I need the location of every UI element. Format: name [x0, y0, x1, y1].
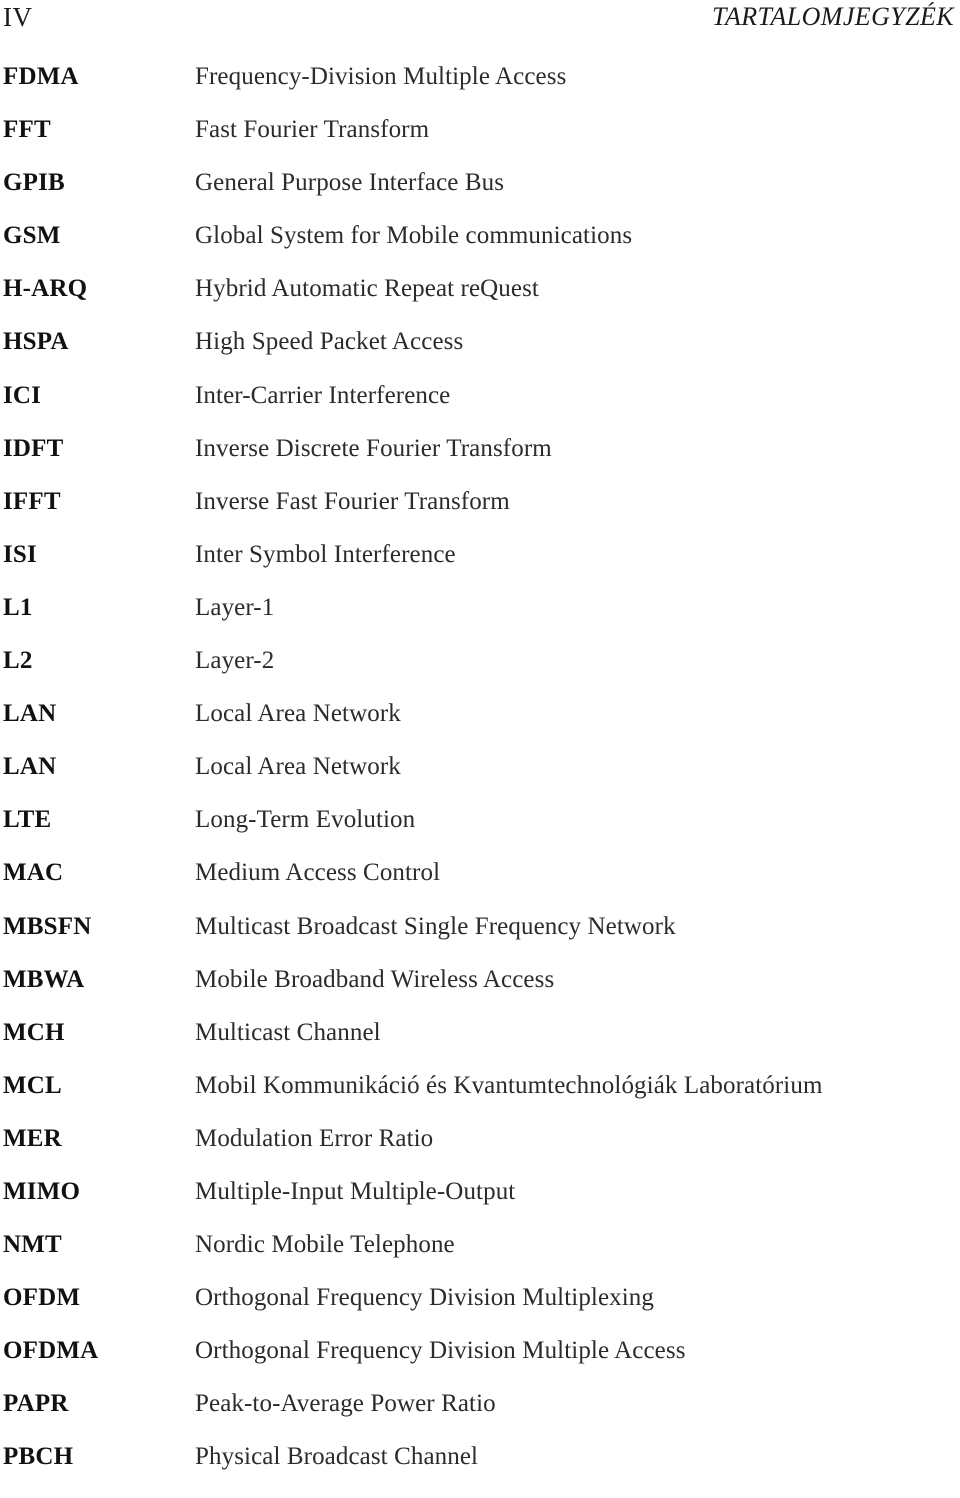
abbreviation-term: IFFT: [3, 487, 61, 515]
abbreviation-term: GPIB: [3, 169, 65, 197]
abbreviation-definition: Inverse Discrete Fourier Transform: [195, 434, 552, 462]
abbreviation-term: MCH: [3, 1018, 65, 1046]
abbreviation-definition: Orthogonal Frequency Division Multiple A…: [195, 1337, 686, 1365]
glossary-row: PBCH Physical Broadcast Channel: [3, 1444, 960, 1497]
abbreviation-term: MBWA: [3, 965, 85, 993]
abbreviation-term: MBSFN: [3, 912, 92, 940]
glossary-row: MBSFN Multicast Broadcast Single Frequenc…: [3, 914, 960, 967]
glossary-row: HSPA High Speed Packet Access: [3, 329, 960, 382]
abbreviation-term: MER: [3, 1124, 62, 1152]
glossary-row: GSM Global System for Mobile communicatio…: [3, 223, 960, 276]
abbreviation-term: PBCH: [3, 1443, 74, 1471]
page-number: IV: [3, 2, 33, 32]
abbreviation-definition: General Purpose Interface Bus: [195, 169, 505, 197]
abbreviation-term: IDFT: [3, 434, 64, 462]
abbreviation-term: LTE: [3, 806, 52, 834]
abbreviation-definition: Local Area Network: [195, 700, 401, 728]
abbreviation-definition: Nordic Mobile Telephone: [195, 1231, 455, 1259]
abbreviation-definition: Multicast Broadcast Single Frequency Net…: [195, 912, 676, 940]
abbreviation-definition: Fast Fourier Transform: [195, 116, 430, 144]
abbreviation-definition: Modulation Error Ratio: [195, 1124, 434, 1152]
glossary-row: IFFT Inverse Fast Fourier Transform: [3, 489, 960, 542]
abbreviation-term: FDMA: [3, 63, 79, 90]
abbreviation-definition: Inter-Carrier Interference: [195, 381, 451, 409]
abbreviation-definition: Multiple-Input Multiple-Output: [195, 1177, 516, 1205]
abbreviation-definition: Layer-1: [195, 593, 275, 621]
abbreviation-definition: Multicast Channel: [195, 1018, 381, 1046]
glossary-row: MIMO Multiple-Input Multiple-Output: [3, 1179, 960, 1232]
abbreviation-term: OFDMA: [3, 1337, 99, 1365]
abbreviation-term: OFDM: [3, 1284, 81, 1312]
abbreviation-definition: Inter Symbol Interference: [195, 540, 456, 568]
abbreviation-term: L2: [3, 647, 33, 675]
abbreviation-definition: Physical Broadcast Channel: [195, 1443, 479, 1471]
glossary-row: OFDM Orthogonal Frequency Division Multip…: [3, 1285, 960, 1338]
abbreviation-definition: Long-Term Evolution: [195, 806, 416, 834]
glossary-row: LAN Local Area Network: [3, 701, 960, 754]
abbreviation-term: MIMO: [3, 1177, 81, 1205]
document-page: IV TARTALOMJEGYZÉK FDMA Frequency-Divisio…: [0, 0, 960, 1480]
abbreviation-term: LAN: [3, 700, 57, 728]
glossary-row: MAC Medium Access Control: [3, 860, 960, 913]
glossary-row: FDMA Frequency-Division Multiple Access: [3, 64, 960, 117]
abbreviation-definition: Inverse Fast Fourier Transform: [195, 487, 510, 515]
abbreviation-term: LAN: [3, 753, 57, 781]
glossary-row: L1 Layer-1: [3, 595, 960, 648]
glossary-row: MER Modulation Error Ratio: [3, 1126, 960, 1179]
abbreviation-term: MCL: [3, 1071, 62, 1099]
abbreviation-definition: High Speed Packet Access: [195, 328, 464, 356]
abbreviation-definition: Hybrid Automatic Repeat reQuest: [195, 275, 539, 303]
glossary-row: ICI Inter-Carrier Interference: [3, 383, 960, 436]
glossary-row: MCH Multicast Channel: [3, 1020, 960, 1073]
abbreviation-list: FDMA Frequency-Division Multiple Access FF…: [0, 64, 960, 1498]
abbreviation-definition: Mobile Broadband Wireless Access: [195, 965, 555, 993]
glossary-row: MCL Mobil Kommunikáció és Kvantumtechnoló…: [3, 1073, 960, 1126]
abbreviation-definition: Peak-to-Average Power Ratio: [195, 1390, 496, 1418]
abbreviation-term: GSM: [3, 222, 61, 250]
abbreviation-term: MAC: [3, 859, 64, 887]
abbreviation-term: H-ARQ: [3, 275, 88, 303]
running-header-title: TARTALOMJEGYZÉK: [712, 2, 954, 31]
glossary-row: NMT Nordic Mobile Telephone: [3, 1232, 960, 1285]
abbreviation-definition: Medium Access Control: [195, 859, 441, 887]
abbreviation-term: PAPR: [3, 1390, 69, 1418]
glossary-row: PAPR Peak-to-Average Power Ratio: [3, 1391, 960, 1444]
glossary-row: ISI Inter Symbol Interference: [3, 542, 960, 595]
glossary-row: MBWA Mobile Broadband Wireless Access: [3, 967, 960, 1020]
abbreviation-term: FFT: [3, 116, 51, 144]
abbreviation-term: ISI: [3, 540, 37, 568]
abbreviation-term: L1: [3, 593, 33, 621]
abbreviation-definition: Frequency-Division Multiple Access: [195, 63, 567, 90]
glossary-row: OFDMA Orthogonal Frequency Division Multi…: [3, 1338, 960, 1391]
abbreviation-definition: Local Area Network: [195, 753, 401, 781]
glossary-row: H-ARQ Hybrid Automatic Repeat reQuest: [3, 276, 960, 329]
glossary-row: GPIB General Purpose Interface Bus: [3, 170, 960, 223]
abbreviation-definition: Orthogonal Frequency Division Multiplexi…: [195, 1284, 655, 1312]
abbreviation-definition: Layer-2: [195, 647, 275, 675]
abbreviation-definition: Global System for Mobile communications: [195, 222, 633, 250]
glossary-row: LTE Long-Term Evolution: [3, 807, 960, 860]
abbreviation-term: ICI: [3, 381, 42, 409]
glossary-row: LAN Local Area Network: [3, 754, 960, 807]
glossary-row: FFT Fast Fourier Transform: [3, 117, 960, 170]
abbreviation-term: NMT: [3, 1231, 62, 1259]
abbreviation-definition: Mobil Kommunikáció és Kvantumtechnológiá…: [195, 1071, 823, 1099]
glossary-row: IDFT Inverse Discrete Fourier Transform: [3, 436, 960, 489]
running-header: IV TARTALOMJEGYZÉK: [0, 0, 960, 46]
abbreviation-term: HSPA: [3, 328, 69, 356]
glossary-row: L2 Layer-2: [3, 648, 960, 701]
